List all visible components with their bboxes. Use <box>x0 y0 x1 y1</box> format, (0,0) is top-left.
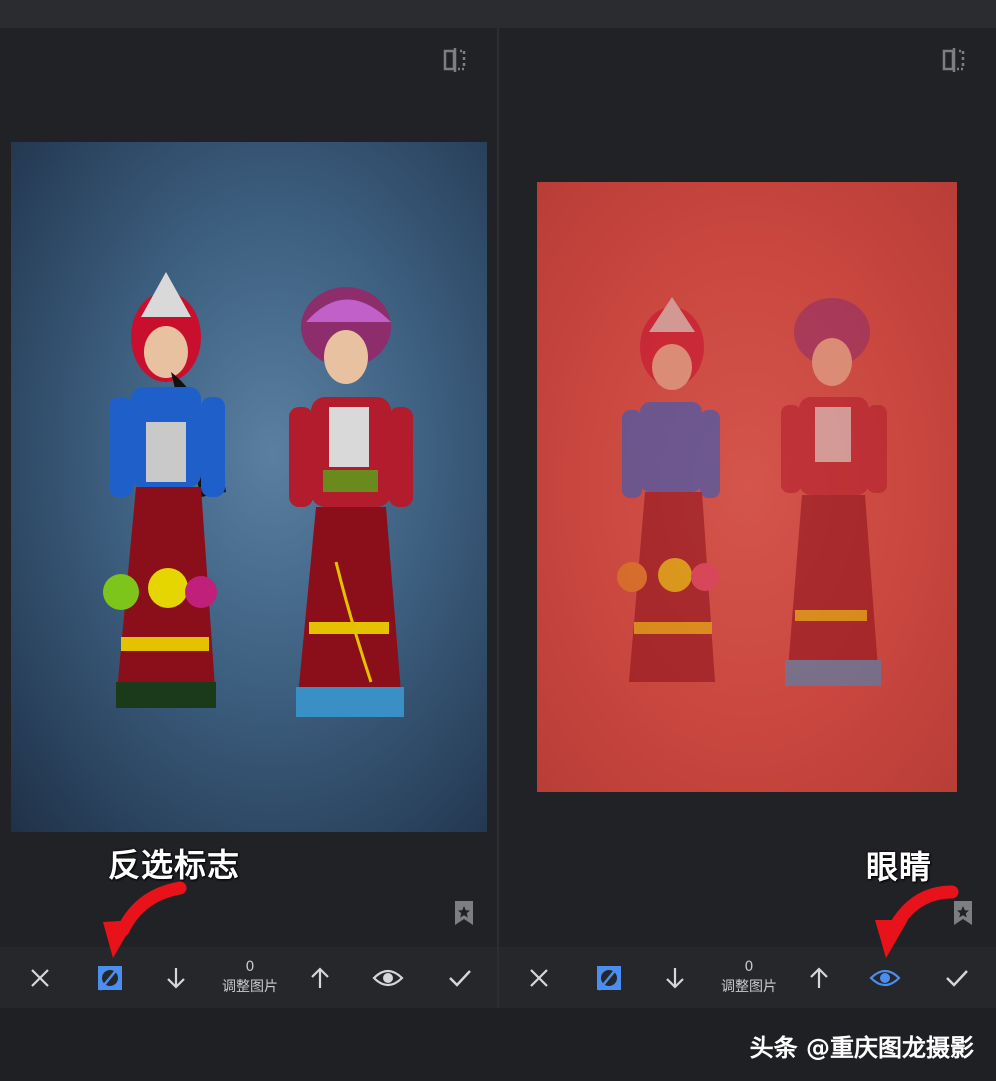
bottom-toolbar: 0 调整图片 <box>0 947 497 1008</box>
compare-icon[interactable] <box>441 46 469 74</box>
adjust-counter: 0 调整图片 <box>709 957 789 997</box>
close-icon <box>530 968 548 987</box>
status-bar <box>0 0 996 28</box>
adjust-counter: 0 调整图片 <box>210 957 290 997</box>
up-arrow-icon <box>810 966 828 988</box>
counter-label: 调整图片 <box>222 979 278 995</box>
check-icon <box>946 969 968 987</box>
check-icon <box>449 969 471 987</box>
down-arrow-icon <box>666 967 684 989</box>
view-mask-button[interactable] <box>368 947 408 1008</box>
move-up-button[interactable] <box>302 947 338 1008</box>
close-icon <box>31 968 49 987</box>
watermark: 头条 @重庆图龙摄影 <box>749 1034 974 1062</box>
eye-icon <box>869 969 901 986</box>
eye-icon <box>372 969 404 986</box>
photo-preview <box>11 142 487 832</box>
editor-panel-left: 0 调整图片 <box>0 28 497 1008</box>
invert-mask-button[interactable] <box>591 947 627 1008</box>
masked-photo-preview <box>537 182 957 792</box>
red-arrow-icon <box>875 885 959 958</box>
bookmark-icon[interactable] <box>453 900 475 926</box>
counter-value: 0 <box>245 959 255 975</box>
close-button[interactable] <box>521 947 557 1008</box>
move-down-button[interactable] <box>657 947 693 1008</box>
down-arrow-icon <box>167 967 185 989</box>
compare-icon[interactable] <box>940 46 968 74</box>
red-arrow-icon <box>103 881 187 958</box>
footer: 头条 @重庆图龙摄影 <box>0 1008 996 1081</box>
counter-value: 0 <box>744 959 754 975</box>
up-arrow-icon <box>311 966 329 988</box>
apply-button[interactable] <box>442 947 478 1008</box>
invert-mask-icon <box>597 965 621 991</box>
move-up-button[interactable] <box>801 947 837 1008</box>
invert-mask-icon <box>98 965 122 991</box>
dolls-image <box>103 272 413 717</box>
masked-dolls-image <box>617 297 887 686</box>
counter-label: 调整图片 <box>721 979 777 995</box>
close-button[interactable] <box>22 947 58 1008</box>
